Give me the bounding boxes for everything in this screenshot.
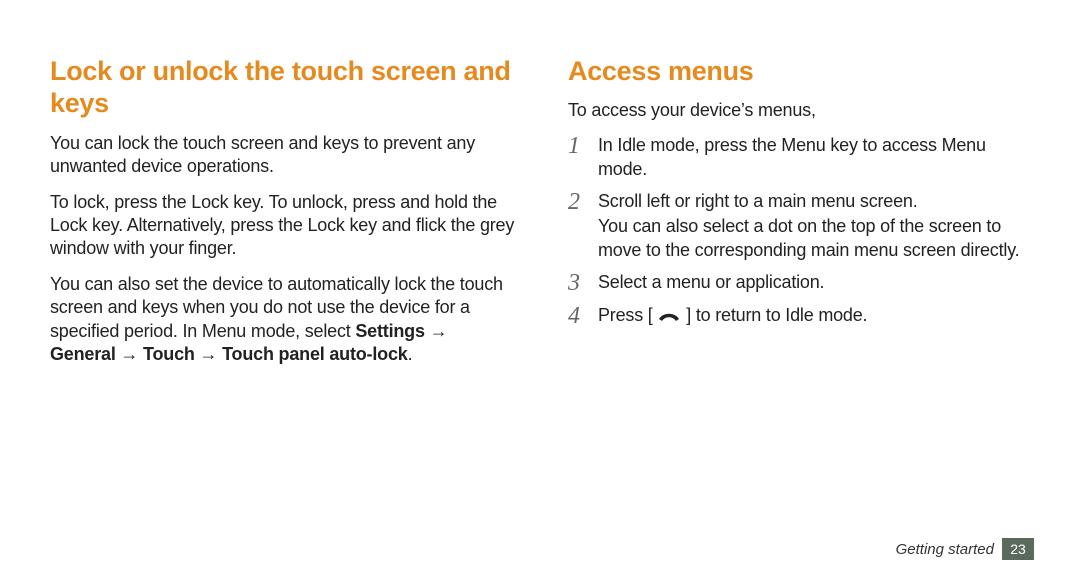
right-column: Access menus To access your device’s men… [542,55,1034,586]
numbered-steps: In Idle mode, press the Menu key to acce… [568,133,1034,327]
footer-section-name: Getting started [896,541,994,558]
heading-access-menus: Access menus [568,55,1034,87]
text-run: ] to return to Idle mode. [686,305,867,325]
text-run: You can also select a dot on the top of … [598,216,1019,260]
body-text: You can lock the touch screen and keys t… [50,132,516,179]
manual-page: Lock or unlock the touch screen and keys… [0,0,1080,586]
step-item: Scroll left or right to a main menu scre… [568,189,1034,262]
left-column: Lock or unlock the touch screen and keys… [50,55,542,586]
body-text: To lock, press the Lock key. To unlock, … [50,191,516,261]
text-run: Scroll left or right to a main menu scre… [598,191,918,211]
text-run: Press [ [598,305,653,325]
body-text: To access your device’s menus, [568,99,1034,122]
text-run: . [408,344,413,364]
step-item: In Idle mode, press the Menu key to acce… [568,133,1034,182]
body-text: You can also set the device to automatic… [50,273,516,367]
end-call-key-icon [657,309,681,323]
footer-page-number: 23 [1002,538,1034,560]
page-footer: Getting started 23 [896,538,1034,560]
text-run: In Idle mode, press the Menu key to acce… [598,135,986,179]
heading-lock-unlock: Lock or unlock the touch screen and keys [50,55,516,120]
step-item: Press [ ] to return to Idle mode. [568,303,1034,327]
text-run: Select a menu or application. [598,272,824,292]
step-item: Select a menu or application. [568,270,1034,294]
